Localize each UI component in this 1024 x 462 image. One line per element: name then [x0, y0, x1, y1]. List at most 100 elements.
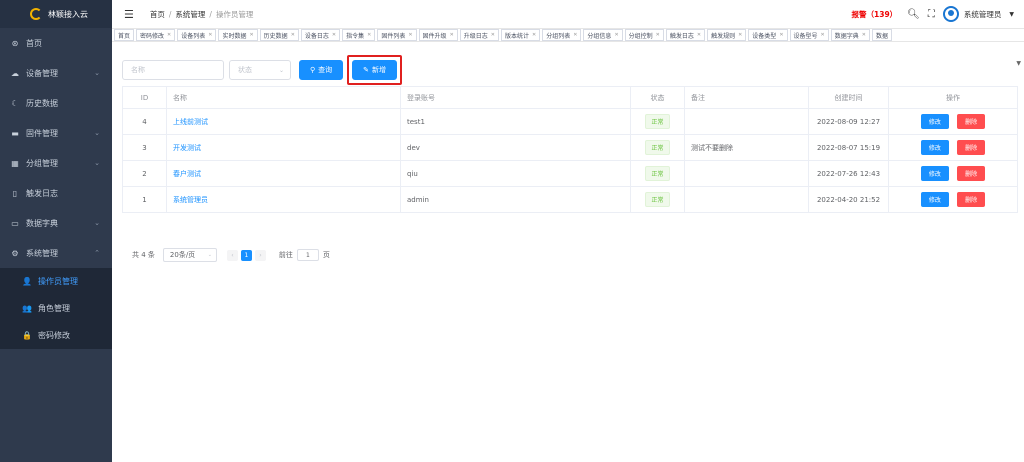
tag-item[interactable]: 数据: [871, 29, 892, 41]
sidebar-item[interactable]: ▦ 分组管理 ⌄: [0, 148, 112, 178]
briefcase-icon: ▭: [11, 218, 19, 228]
sidebar-item[interactable]: ▯ 触发日志: [0, 178, 112, 208]
breadcrumb-system[interactable]: 系统管理: [175, 10, 205, 19]
close-icon[interactable]: ✕: [249, 32, 253, 38]
sidebar-subitem[interactable]: 🔒 密码修改: [0, 322, 112, 349]
tag-item[interactable]: 分组列表 ✕: [542, 29, 582, 41]
tag-item[interactable]: 触发日志 ✕: [665, 29, 706, 41]
search-icon[interactable]: 🔍︎: [907, 9, 920, 20]
chevron-down-icon: ⌄: [207, 252, 212, 258]
tag-item[interactable]: 密码修改 ✕: [136, 29, 176, 41]
close-icon[interactable]: ✕: [738, 32, 742, 38]
tag-item[interactable]: 首页: [114, 29, 135, 41]
user-name[interactable]: 系统管理员: [964, 9, 1002, 20]
status-select[interactable]: 状态 ⌄: [229, 60, 291, 80]
goto-input[interactable]: 1: [296, 249, 319, 261]
close-icon[interactable]: ✕: [167, 32, 171, 38]
page-number[interactable]: 1: [240, 249, 252, 261]
name-input[interactable]: 名称: [122, 60, 224, 80]
edit-button[interactable]: 修改: [920, 114, 949, 129]
cell-id: 2: [122, 160, 167, 187]
cell-remark: [684, 160, 809, 187]
grid-icon: ▦: [11, 158, 19, 168]
sidebar-item[interactable]: ☁ 设备管理 ⌄: [0, 58, 112, 88]
close-icon[interactable]: ✕: [573, 32, 577, 38]
tag-item[interactable]: 设备型号 ✕: [789, 29, 829, 41]
delete-button[interactable]: 删除: [957, 192, 986, 207]
sidebar-item-label: 历史数据: [26, 98, 58, 108]
close-icon[interactable]: ✕: [862, 32, 866, 38]
scroll-down-icon[interactable]: ▼: [1016, 60, 1021, 67]
tag-item[interactable]: 版本统计 ✕: [500, 29, 541, 41]
delete-button[interactable]: 删除: [957, 140, 986, 155]
sidebar-item[interactable]: ▬ 固件管理 ⌄: [0, 118, 112, 148]
add-button-highlight: ✎ 新增: [347, 55, 403, 85]
breadcrumb-home[interactable]: 首页: [150, 10, 165, 19]
cell-actions: 修改 删除: [888, 134, 1018, 161]
cloud-icon: ☁: [11, 68, 19, 78]
sidebar-item-label: 系统管理: [26, 248, 58, 258]
sidebar-submenu: 👤 操作员管理 👥 角色管理 🔒 密码修改: [0, 268, 112, 349]
main-content: ▼ 名称 状态 ⌄ ⚲ 查询 ✎ 新增 ID 名称 登录账号 状态 备注 创建时间 操…: [112, 42, 1024, 462]
close-icon[interactable]: ✕: [408, 32, 412, 38]
delete-button[interactable]: 删除: [957, 114, 986, 129]
operator-table: ID 名称 登录账号 状态 备注 创建时间 操作 4 上线前测试 test1 正…: [122, 86, 1018, 213]
close-icon[interactable]: ✕: [491, 32, 495, 38]
sidebar-item[interactable]: ☾ 历史数据: [0, 88, 112, 118]
tag-item[interactable]: 升级日志 ✕: [459, 29, 499, 41]
close-icon[interactable]: ✕: [614, 32, 618, 38]
sidebar-subitem[interactable]: 👥 角色管理: [0, 295, 112, 322]
tag-item[interactable]: 固件列表 ✕: [377, 29, 417, 41]
edit-button[interactable]: 修改: [920, 192, 949, 207]
tag-item[interactable]: 分组信息 ✕: [583, 29, 623, 41]
chevron-down-icon[interactable]: ▼: [1009, 11, 1014, 18]
close-icon[interactable]: ✕: [367, 32, 371, 38]
prev-page-button[interactable]: ‹: [226, 249, 238, 261]
close-icon[interactable]: ✕: [697, 32, 701, 38]
tag-label: 指令集: [346, 32, 365, 40]
close-icon[interactable]: ✕: [291, 32, 295, 38]
edit-button[interactable]: 修改: [920, 166, 949, 181]
tag-label: 数据: [875, 32, 888, 40]
cell-name[interactable]: 开发测试: [166, 134, 401, 161]
edit-button[interactable]: 修改: [920, 140, 949, 155]
alarm-badge[interactable]: 报警（139）: [852, 9, 898, 20]
avatar[interactable]: [942, 6, 959, 22]
tag-item[interactable]: 历史数据 ✕: [259, 29, 299, 41]
sidebar-item[interactable]: ⊛ 首页: [0, 28, 112, 58]
fullscreen-icon[interactable]: ⛶: [928, 9, 935, 20]
tag-item[interactable]: 分组控制 ✕: [624, 29, 664, 41]
sidebar-item[interactable]: ▭ 数据字典 ⌄: [0, 208, 112, 238]
cell-name[interactable]: 上线前测试: [166, 108, 401, 135]
tag-item[interactable]: 数据字典 ✕: [830, 29, 870, 41]
close-icon[interactable]: ✕: [656, 32, 660, 38]
tag-item[interactable]: 指令集 ✕: [342, 29, 376, 41]
tag-item[interactable]: 设备列表 ✕: [177, 29, 217, 41]
sidebar-item[interactable]: ⚙ 系统管理 ⌃: [0, 238, 112, 268]
page-size-select[interactable]: 20条/页 ⌄: [162, 248, 217, 262]
tag-item[interactable]: 固件升级 ✕: [418, 29, 458, 41]
close-icon[interactable]: ✕: [208, 32, 212, 38]
tag-item[interactable]: 触发规则 ✕: [707, 29, 747, 41]
delete-button[interactable]: 删除: [957, 166, 986, 181]
next-page-button[interactable]: ›: [254, 249, 266, 261]
close-icon[interactable]: ✕: [450, 32, 454, 38]
close-icon[interactable]: ✕: [821, 32, 825, 38]
col-created: 创建时间: [808, 86, 889, 109]
cell-name[interactable]: 系统管理员: [166, 186, 401, 213]
close-icon[interactable]: ✕: [779, 32, 783, 38]
add-button-label: 新增: [372, 66, 387, 74]
add-button[interactable]: ✎ 新增: [352, 60, 398, 80]
tag-label: 密码修改: [140, 32, 165, 40]
cell-name[interactable]: 春户测试: [166, 160, 401, 187]
sidebar-item-label: 首页: [26, 38, 42, 48]
tag-item[interactable]: 设备类型 ✕: [748, 29, 788, 41]
tag-item[interactable]: 实时数据 ✕: [218, 29, 258, 41]
search-button[interactable]: ⚲ 查询: [299, 60, 344, 80]
tag-item[interactable]: 设备日志 ✕: [300, 29, 341, 41]
menu-fold-icon[interactable]: ☰: [124, 8, 134, 21]
close-icon[interactable]: ✕: [332, 32, 336, 38]
sidebar-subitem[interactable]: 👤 操作员管理: [0, 268, 112, 295]
close-icon[interactable]: ✕: [532, 32, 536, 38]
tag-label: 升级日志: [463, 32, 488, 40]
